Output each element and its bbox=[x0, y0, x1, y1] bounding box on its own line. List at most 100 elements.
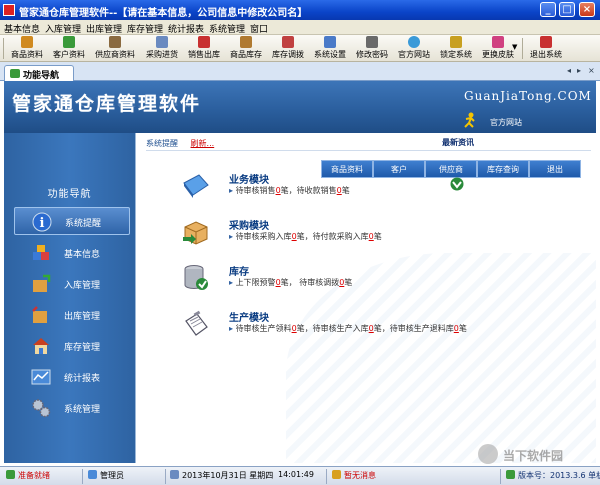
toolbar-grip bbox=[3, 38, 4, 59]
notebook-icon bbox=[183, 174, 209, 198]
menu-system[interactable]: 系统管理 bbox=[209, 22, 245, 35]
package-icon bbox=[183, 221, 208, 245]
toolbar-label: 客户资料 bbox=[53, 50, 85, 59]
official-site-link[interactable]: 官方网站 bbox=[490, 117, 522, 128]
nav-item-system[interactable]: 系统管理 bbox=[14, 394, 130, 422]
toolbar-label: 商品资料 bbox=[11, 50, 43, 59]
title-bar: 管家通仓库管理软件--【请在基本信息，公司信息中修改公司名】 _ □ × bbox=[0, 0, 600, 20]
module-title: 采购模块 bbox=[229, 221, 269, 232]
toolbar-purchase-button[interactable]: 采购进货 bbox=[142, 36, 182, 61]
menu-window[interactable]: 窗口 bbox=[250, 22, 268, 35]
module-title: 生产模块 bbox=[229, 313, 269, 324]
quick-suppliers-button[interactable]: 供应商 bbox=[425, 160, 477, 178]
nav-item-reminder[interactable]: i 系统提醒 bbox=[14, 207, 130, 235]
toolbar-exit-button[interactable]: 退出系统 bbox=[526, 36, 566, 61]
status-message[interactable]: 暂无消息 bbox=[332, 470, 376, 483]
refresh-link[interactable]: 刷新... bbox=[191, 139, 215, 148]
menu-inventory[interactable]: 库存管理 bbox=[127, 22, 163, 35]
banner: 管家通仓库管理软件 管家通仓库管理软件 GuanJiaTong.COM 官方网站 bbox=[4, 81, 596, 133]
nav-item-reports[interactable]: 统计报表 bbox=[14, 363, 130, 391]
nav-item-outbound[interactable]: 出库管理 bbox=[14, 301, 130, 329]
clipboard-icon bbox=[185, 310, 208, 336]
nav-label: 库存管理 bbox=[64, 343, 101, 353]
toolbar-website-button[interactable]: 官方网站 bbox=[394, 36, 434, 61]
nav-label: 入库管理 bbox=[64, 281, 101, 291]
module-description: ▸ 待审核销售0笔，待收款销售0笔 bbox=[229, 186, 350, 195]
quick-products-button[interactable]: 商品资料 bbox=[321, 160, 373, 178]
transfer-icon bbox=[282, 36, 294, 48]
ready-icon bbox=[6, 470, 15, 479]
tab-close-icon[interactable]: × bbox=[588, 66, 595, 75]
toolbar-label: 商品库存 bbox=[230, 50, 262, 59]
left-nav: 功能导航 i 系统提醒 基本信息 入库管理 出库管理 库存管理 统计报表 系统管… bbox=[4, 133, 135, 463]
quick-exit-button[interactable]: 退出 bbox=[529, 160, 581, 178]
toolbar-password-button[interactable]: 修改密码 bbox=[352, 36, 392, 61]
status-ready: 准备就绪 bbox=[6, 470, 50, 483]
menu-outbound[interactable]: 出库管理 bbox=[86, 22, 122, 35]
runner-icon[interactable] bbox=[463, 112, 477, 128]
module-description: ▸ 待审核采购入库0笔，待付款采购入库0笔 bbox=[229, 232, 382, 241]
skin-icon bbox=[492, 36, 504, 48]
chart-icon bbox=[31, 369, 51, 385]
toolbar-customers-button[interactable]: 客户资料 bbox=[49, 36, 89, 61]
tab-scroll-left-icon[interactable]: ◂ bbox=[567, 66, 571, 75]
quick-stock-query-button[interactable]: 库存查询 bbox=[477, 160, 529, 178]
brand-title-reflection: 管家通仓库管理软件 bbox=[12, 95, 202, 108]
menu-bar: 基本信息 入库管理 出库管理 库存管理 统计报表 系统管理 窗口 bbox=[0, 20, 600, 35]
stock-icon bbox=[240, 36, 252, 48]
version-icon bbox=[506, 470, 515, 479]
status-separator bbox=[82, 469, 83, 484]
calendar-icon bbox=[170, 470, 179, 479]
menu-inbound[interactable]: 入库管理 bbox=[45, 22, 81, 35]
nav-item-basic-info[interactable]: 基本信息 bbox=[14, 239, 130, 267]
settings-icon bbox=[324, 36, 336, 48]
nav-label: 出库管理 bbox=[64, 312, 101, 322]
tab-label: 功能导航 bbox=[23, 71, 60, 81]
maximize-button[interactable]: □ bbox=[559, 2, 575, 17]
tab-scroll-right-icon[interactable]: ▸ bbox=[577, 66, 581, 75]
toolbar-label: 采购进货 bbox=[146, 50, 178, 59]
message-icon bbox=[332, 470, 341, 479]
status-user: 管理员 bbox=[88, 470, 124, 483]
toolbar-label: 修改密码 bbox=[356, 50, 388, 59]
box-out-icon bbox=[32, 306, 47, 323]
skin-dropdown-arrow-icon[interactable]: ▼ bbox=[512, 43, 517, 51]
nav-item-inbound[interactable]: 入库管理 bbox=[14, 270, 130, 298]
toolbar-stock-button[interactable]: 商品库存 bbox=[226, 36, 266, 61]
toolbar-settings-button[interactable]: 系统设置 bbox=[310, 36, 350, 61]
toolbar-label: 销售出库 bbox=[188, 50, 220, 59]
toolbar-lock-button[interactable]: 锁定系统 bbox=[436, 36, 476, 61]
toolbar-separator bbox=[522, 38, 523, 59]
nav-label: 系统管理 bbox=[64, 405, 101, 415]
module-description: ▸ 待审核生产领料0笔，待审核生产入库0笔，待审核生产退料库0笔 bbox=[229, 324, 467, 333]
warehouse-icon bbox=[33, 338, 49, 354]
minimize-button[interactable]: _ bbox=[540, 2, 556, 17]
status-separator bbox=[326, 469, 327, 484]
toolbar-label: 系统设置 bbox=[314, 50, 346, 59]
toolbar-products-button[interactable]: 商品资料 bbox=[7, 36, 47, 61]
status-version: 版本号：2013.3.6 单机 bbox=[506, 470, 600, 483]
tab-function-nav[interactable]: 功能导航 bbox=[4, 65, 74, 81]
toolbar-suppliers-button[interactable]: 供应商资料 bbox=[91, 36, 139, 61]
quick-customers-button[interactable]: 客户 bbox=[373, 160, 425, 178]
box-in-icon bbox=[33, 274, 51, 292]
nav-label: 基本信息 bbox=[64, 250, 101, 260]
menu-basic-info[interactable]: 基本信息 bbox=[4, 22, 40, 35]
menu-reports[interactable]: 统计报表 bbox=[168, 22, 204, 35]
toolbar: 商品资料 客户资料 供应商资料 采购进货 销售出库 商品库存 库存调拨 系统设置… bbox=[0, 35, 600, 62]
module-title: 库存 bbox=[229, 267, 249, 278]
nav-label: 系统提醒 bbox=[65, 219, 102, 229]
status-time: 14:01:49 bbox=[278, 470, 314, 479]
toolbar-label: 库存调拨 bbox=[272, 50, 304, 59]
app-icon bbox=[3, 4, 15, 16]
supplier-icon bbox=[109, 36, 121, 48]
toolbar-transfer-button[interactable]: 库存调拨 bbox=[268, 36, 308, 61]
close-button[interactable]: × bbox=[579, 2, 595, 17]
blocks-icon bbox=[33, 245, 49, 260]
toolbar-label: 退出系统 bbox=[530, 50, 562, 59]
toolbar-label: 锁定系统 bbox=[440, 50, 472, 59]
toolbar-sales-button[interactable]: 销售出库 bbox=[184, 36, 224, 61]
reminder-tab[interactable]: 系统提醒 bbox=[146, 139, 178, 148]
sales-icon bbox=[198, 36, 210, 48]
nav-item-inventory[interactable]: 库存管理 bbox=[14, 332, 130, 360]
